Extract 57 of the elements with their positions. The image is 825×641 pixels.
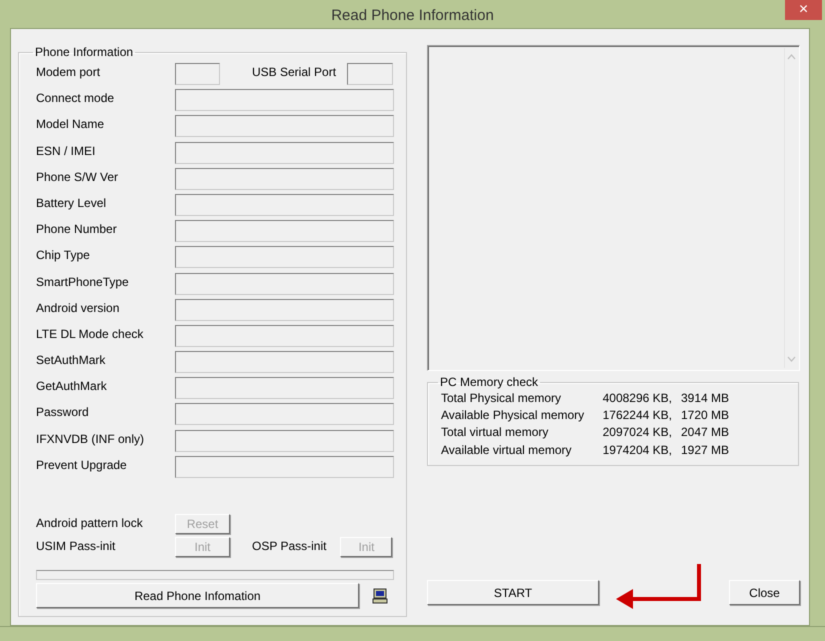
field-label: OSP Pass-init [252,538,326,553]
input-field[interactable] [175,63,220,85]
input-field[interactable] [175,168,394,190]
input-field[interactable] [175,456,394,478]
field-label: Phone S/W Ver [36,168,120,184]
read-phone-information-button[interactable]: Read Phone Infomation [36,583,359,608]
input-field[interactable] [175,403,394,426]
memory-mb-value: 1720 MB [681,408,730,422]
memory-kb-value: 4008296 KB, [602,390,672,405]
memory-name: Total Physical memory [441,390,562,405]
memory-kb-value: 1974204 KB, [602,442,672,457]
memory-mb-value: 3914 MB [681,390,730,405]
field-label: USB Serial Port [252,64,336,79]
close-window-button[interactable]: × [785,0,822,20]
memory-kb-value: 2097024 KB, [602,425,672,440]
field-label: USIM Pass-init [36,538,116,553]
input-field[interactable] [175,220,394,242]
input-field[interactable] [175,142,394,164]
input-field[interactable] [175,377,394,400]
field-label: ESN / IMEI [36,142,96,158]
field-label: Battery Level [36,194,108,210]
window-title: Read Phone Information [331,6,494,24]
field-label: SetAuthMark [36,352,106,368]
field-label: Android version [36,300,120,315]
group-title: Phone Information [34,45,134,59]
start-button[interactable]: START [427,580,599,605]
memory-name: Available virtual memory [441,442,572,457]
input-field[interactable] [175,272,394,294]
field-label: Android pattern lock [36,515,144,530]
input-field[interactable] [347,63,394,85]
input-field[interactable] [175,194,394,216]
memory-kb-value: 1762244 KB, [602,408,672,422]
input-field[interactable] [175,89,394,112]
field-label: SmartPhoneType [36,274,130,288]
field-label: Chip Type [36,247,91,262]
field-label: GetAuthMark [36,378,108,394]
field-label: LTE DL Mode check [36,326,144,341]
field-label: Connect mode [36,90,116,106]
memory-name: Total virtual memory [441,425,550,440]
input-field[interactable] [175,430,394,452]
input-field[interactable] [175,324,394,347]
field-label: Modem port [36,64,102,79]
field-label: Phone Number [36,221,118,236]
memory-mb-value: 1927 MB [681,442,730,457]
close-button[interactable]: Close [729,580,800,605]
memory-mb-value: 2047 MB [681,425,730,440]
field-label: Prevent Upgrade [36,456,128,472]
computer-icon [372,588,388,604]
input-field[interactable] [175,351,394,374]
input-field[interactable] [175,246,394,268]
field-label: Model Name [36,116,106,132]
memory-name: Available Physical memory [441,408,586,422]
field-label: Password [36,404,90,420]
input-field[interactable] [175,115,394,138]
field-label: IFXNVDB (INF only) [36,430,146,446]
input-field[interactable] [175,298,394,321]
group-title: PC Memory check [439,375,540,389]
